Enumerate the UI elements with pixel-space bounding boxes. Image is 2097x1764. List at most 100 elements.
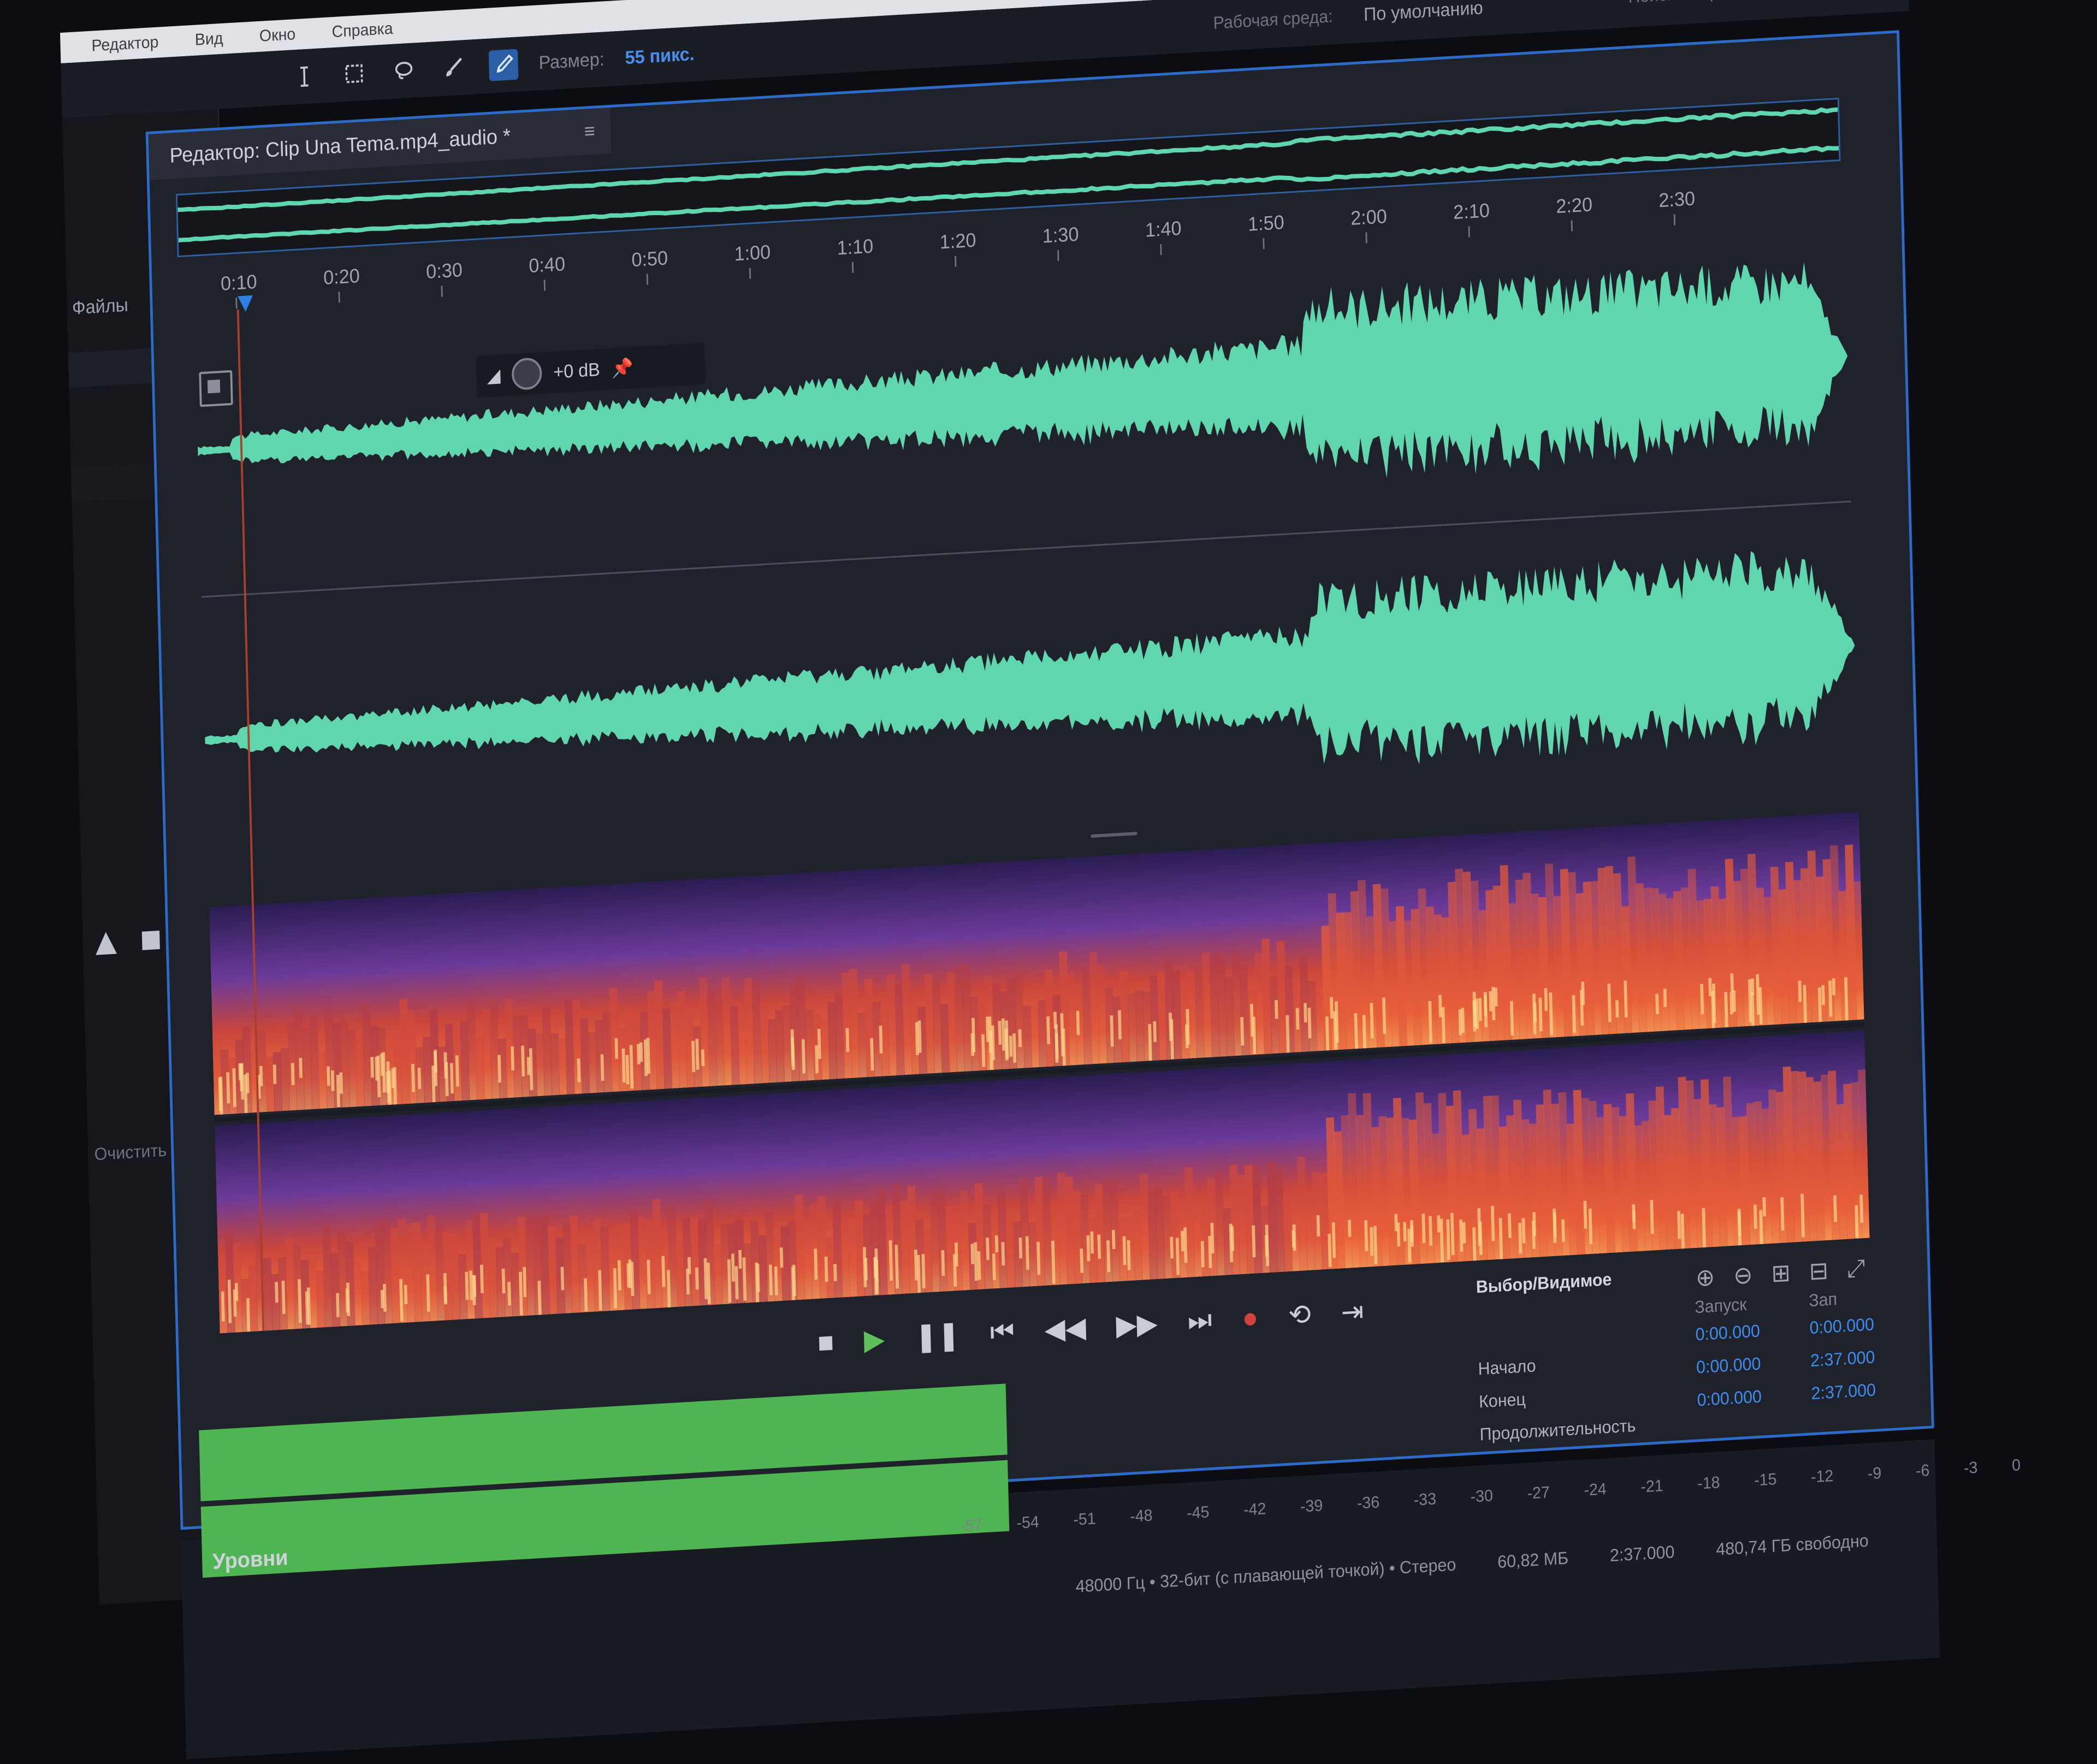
column-header-start: Запуск [1694,1294,1747,1317]
db-scale-label: -51 [1073,1510,1097,1529]
spectrogram-transient [1532,1212,1536,1236]
files-panel-title: Файлы [72,294,129,319]
spectrogram-transient [245,1073,250,1093]
waveform-editor-panel: Редактор: Clip Una Tema.mp4_audio * ≡ ▼ … [145,30,1934,1530]
loop-icon[interactable]: ⟲ [1288,1298,1312,1331]
spectrogram-transient [845,1028,850,1052]
ruler-tick-label: 1:50 [1247,210,1285,235]
waveform-channel-right[interactable] [202,517,1858,869]
spectrogram-transient [1086,1235,1091,1262]
marquee-select-icon[interactable] [339,57,369,90]
selection-panel-title: Выбор/Видимое [1476,1269,1612,1297]
spot-healing-icon[interactable] [488,49,519,81]
spectrogram-transient [833,1264,837,1282]
selection-start-value[interactable]: 0:00.000 [1695,1321,1760,1345]
spectrogram-transient [1461,1008,1465,1033]
row-label-end: Конец [1478,1389,1526,1412]
db-scale-label: -42 [1243,1500,1266,1519]
skip-selection-icon[interactable]: ⇥ [1341,1295,1364,1329]
trash-icon[interactable]: ■ [139,916,162,961]
spectrogram-transient [1080,1248,1084,1273]
spectrogram-transient [992,1253,996,1280]
menu-item-help[interactable]: Справка [331,20,393,42]
spectrogram-transient [472,1275,477,1297]
ruler-tick-mark [851,262,854,273]
go-to-end-icon[interactable]: ⏭ [1187,1303,1212,1338]
selection-duration-value[interactable]: 0:00.000 [1697,1386,1762,1410]
spectrogram-transient [1009,1035,1013,1057]
record-icon[interactable]: ● [1242,1301,1259,1335]
spectrogram-transient [1754,1204,1757,1229]
spectrogram-transient [994,1235,999,1253]
spectrogram-transient [1750,978,1755,996]
play-icon[interactable]: ▶ [863,1323,885,1357]
view-divider-handle[interactable] [1091,832,1138,838]
spectrogram-transient [695,1267,699,1290]
db-scale-label: -33 [1413,1490,1437,1510]
db-scale-label: -54 [1016,1513,1040,1532]
spectrogram-transient [1663,988,1667,1008]
text-cursor-icon[interactable] [289,61,319,93]
spectrogram-transient [1295,1008,1300,1030]
status-format: 48000 Гц • 32-бит (с плавающей точкой) •… [1075,1554,1456,1596]
db-scale-label: -27 [1527,1483,1550,1503]
spectrogram-transient [417,1067,422,1090]
db-scale-label: -30 [1470,1487,1494,1506]
view-start-value[interactable]: 0:00.000 [1809,1314,1874,1338]
ruler-tick-label: 0:50 [631,246,668,271]
spectrogram-transient [1615,1000,1619,1018]
spectrogram-transient [507,1281,511,1306]
selection-end-value[interactable]: 0:00.000 [1696,1353,1761,1377]
db-scale-label: -21 [1640,1477,1663,1496]
rewind-icon[interactable]: ◀◀ [1044,1311,1086,1346]
spectrogram-transient [941,1250,945,1276]
spectrogram-transient [1832,978,1836,996]
db-scale-label: -36 [1356,1493,1380,1513]
spectrogram-transient [1494,987,1498,1007]
lasso-icon[interactable] [389,55,419,87]
ruler-tick-mark [955,256,957,267]
fast-forward-icon[interactable]: ▶▶ [1116,1307,1158,1342]
pause-icon[interactable]: ❚❚ [914,1318,960,1354]
spectrogram-transient [273,1064,277,1085]
spectrogram-transient [1561,1219,1565,1242]
spectrogram-transient [614,1038,619,1059]
menu-item-view[interactable]: Вид [194,29,223,50]
spectrogram-transient [1508,1213,1512,1238]
brush-icon[interactable] [439,52,469,84]
spectrogram-transient [779,1247,784,1268]
brush-size-value[interactable]: 55 пикс. [625,43,695,68]
ruler-tick-label: 0:20 [323,264,360,289]
spectrogram-transient [1521,1218,1526,1244]
db-scale-label: -15 [1754,1470,1777,1490]
db-scale-label: -48 [1129,1506,1153,1526]
go-to-start-icon[interactable]: ⏮ [990,1315,1015,1349]
db-scale-label: 0 [2011,1456,2021,1475]
stop-icon[interactable]: ■ [817,1325,834,1359]
view-end-value[interactable]: 2:37.000 [1810,1347,1875,1371]
tab-menu-icon[interactable]: ≡ [584,120,595,143]
spectrogram-transient [560,1266,565,1291]
column-header-end: Зап [1808,1289,1838,1311]
view-duration-value[interactable]: 2:37.000 [1811,1380,1876,1404]
status-duration: 2:37.000 [1609,1542,1675,1565]
spectrogram-transient [404,1284,408,1305]
spectrogram-transient [1304,1003,1307,1023]
spectrogram-transient [985,1016,990,1043]
folder-icon[interactable]: ▲ [87,919,125,964]
ruler-tick-label: 2:30 [1658,187,1696,212]
spectrogram-transient [626,1263,631,1288]
spectrogram-transient [259,1065,263,1087]
spectrogram-transient [1275,1000,1278,1019]
spectrogram-transient [701,1049,705,1067]
spectrogram-transient [291,1063,295,1085]
spectrogram-transient [1798,980,1802,1002]
spectrogram-transient [970,1244,975,1264]
ruler-tick-mark [1571,220,1573,232]
spectrogram-transient [1018,1029,1022,1047]
menu-item-window[interactable]: Окно [259,25,296,46]
spectrogram-transient [738,1250,742,1269]
ruler-tick-mark [1057,250,1059,262]
menu-item-editor[interactable]: Редактор [91,33,159,56]
ruler-tick-mark [1365,232,1367,244]
